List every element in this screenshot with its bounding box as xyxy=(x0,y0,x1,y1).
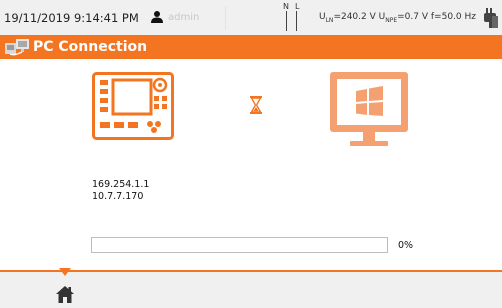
n-line xyxy=(286,11,287,31)
page-title: PC Connection xyxy=(33,39,148,55)
home-icon[interactable] xyxy=(56,286,74,303)
hourglass-icon xyxy=(250,96,262,114)
meter-device-icon xyxy=(92,72,174,140)
monitor-windows-icon xyxy=(330,72,408,146)
user-name: admin xyxy=(168,12,200,23)
ip-address-secondary: 10.7.7.170 xyxy=(92,191,144,202)
nl-indicator: N L xyxy=(283,2,303,34)
active-tab-pointer xyxy=(59,268,71,276)
l-line xyxy=(296,11,297,31)
progress-label: 0% xyxy=(398,240,414,251)
nl-n-label: N xyxy=(283,2,289,11)
pc-connection-icon xyxy=(5,39,29,56)
progress-bar xyxy=(91,237,388,253)
datetime-display: 19/11/2019 9:14:41 PM xyxy=(4,11,139,25)
ip-address-primary: 169.254.1.1 xyxy=(92,179,150,190)
plug-icon xyxy=(484,8,498,28)
u-ln-value: =240.2 V xyxy=(333,12,376,22)
u-ln-label: U xyxy=(319,12,326,22)
measurement-readout: ULN=240.2 V UNPE=0.7 V f=50.0 Hz xyxy=(319,12,476,24)
status-bar: 19/11/2019 9:14:41 PM admin N L U LN =240.… xyxy=(0,0,502,35)
user-icon xyxy=(151,11,163,23)
nl-l-label: L xyxy=(295,2,300,11)
title-bar: PC Connection xyxy=(0,35,502,59)
u-npe-sub: NPE xyxy=(385,16,398,24)
bottom-bar xyxy=(0,270,502,308)
frequency-value: f=50.0 Hz xyxy=(430,12,476,22)
u-npe-value: =0.7 V xyxy=(397,12,429,22)
